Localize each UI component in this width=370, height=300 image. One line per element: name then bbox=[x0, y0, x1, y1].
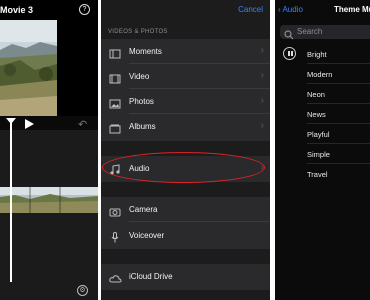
menu-item-camera[interactable]: Camera bbox=[101, 197, 270, 222]
chevron-right-icon: › bbox=[260, 120, 264, 131]
chevron-right-icon: › bbox=[260, 95, 264, 106]
theme-item-news[interactable]: News bbox=[307, 110, 326, 119]
theme-music-panel: ‹ Audio Theme Mu Search Bright Modern Ne… bbox=[275, 0, 370, 300]
question-circle-icon[interactable]: ? bbox=[79, 4, 90, 15]
timeline-clip[interactable] bbox=[0, 187, 98, 213]
theme-item-modern[interactable]: Modern bbox=[307, 70, 332, 79]
gear-icon[interactable]: ⚙ bbox=[77, 285, 88, 296]
project-title: Movie 3 bbox=[0, 5, 34, 15]
menu-item-photos[interactable]: Photos › bbox=[101, 89, 270, 114]
film-icon bbox=[109, 71, 121, 84]
theme-item-simple[interactable]: Simple bbox=[307, 150, 330, 159]
album-icon bbox=[109, 121, 121, 134]
audio-highlight-annotation bbox=[102, 152, 265, 183]
theme-item-travel[interactable]: Travel bbox=[307, 170, 328, 179]
back-button[interactable]: ‹ Audio bbox=[278, 5, 303, 14]
microphone-icon bbox=[109, 230, 121, 243]
camera-icon bbox=[109, 204, 121, 217]
theme-item-bright[interactable]: Bright bbox=[307, 50, 327, 59]
media-picker-panel: Cancel VIDEOS & PHOTOS Moments › Video ›… bbox=[101, 0, 270, 300]
section-header-videos-photos: VIDEOS & PHOTOS bbox=[108, 29, 168, 35]
video-preview bbox=[0, 20, 57, 116]
cancel-button[interactable]: Cancel bbox=[238, 5, 263, 14]
capture-group: Camera Voiceover bbox=[101, 197, 270, 249]
theme-item-playful[interactable]: Playful bbox=[307, 130, 330, 139]
search-input[interactable]: Search bbox=[280, 25, 370, 40]
timeline[interactable] bbox=[0, 130, 98, 300]
theme-item-neon[interactable]: Neon bbox=[307, 90, 325, 99]
photo-icon bbox=[109, 96, 121, 109]
chevron-left-icon: ‹ bbox=[278, 5, 281, 14]
movie-editor-panel: Movie 3 ? ↶ ⚙ bbox=[0, 0, 98, 300]
page-title: Theme Mu bbox=[334, 5, 370, 14]
cloud-icon bbox=[109, 271, 122, 283]
play-icon[interactable] bbox=[25, 119, 34, 129]
search-icon bbox=[284, 27, 294, 40]
menu-item-voiceover[interactable]: Voiceover bbox=[101, 223, 270, 248]
chevron-right-icon: › bbox=[260, 45, 264, 56]
menu-item-video[interactable]: Video › bbox=[101, 64, 270, 89]
menu-item-albums[interactable]: Albums › bbox=[101, 114, 270, 139]
menu-item-moments[interactable]: Moments › bbox=[101, 39, 270, 64]
chevron-right-icon: › bbox=[260, 70, 264, 81]
cloud-group: iCloud Drive bbox=[101, 264, 270, 290]
menu-item-icloud-drive[interactable]: iCloud Drive bbox=[101, 264, 270, 289]
pause-icon[interactable] bbox=[283, 47, 296, 60]
media-group: Moments › Video › Photos › Albums › bbox=[101, 39, 270, 141]
playhead[interactable] bbox=[10, 122, 12, 282]
moments-icon bbox=[109, 46, 121, 59]
